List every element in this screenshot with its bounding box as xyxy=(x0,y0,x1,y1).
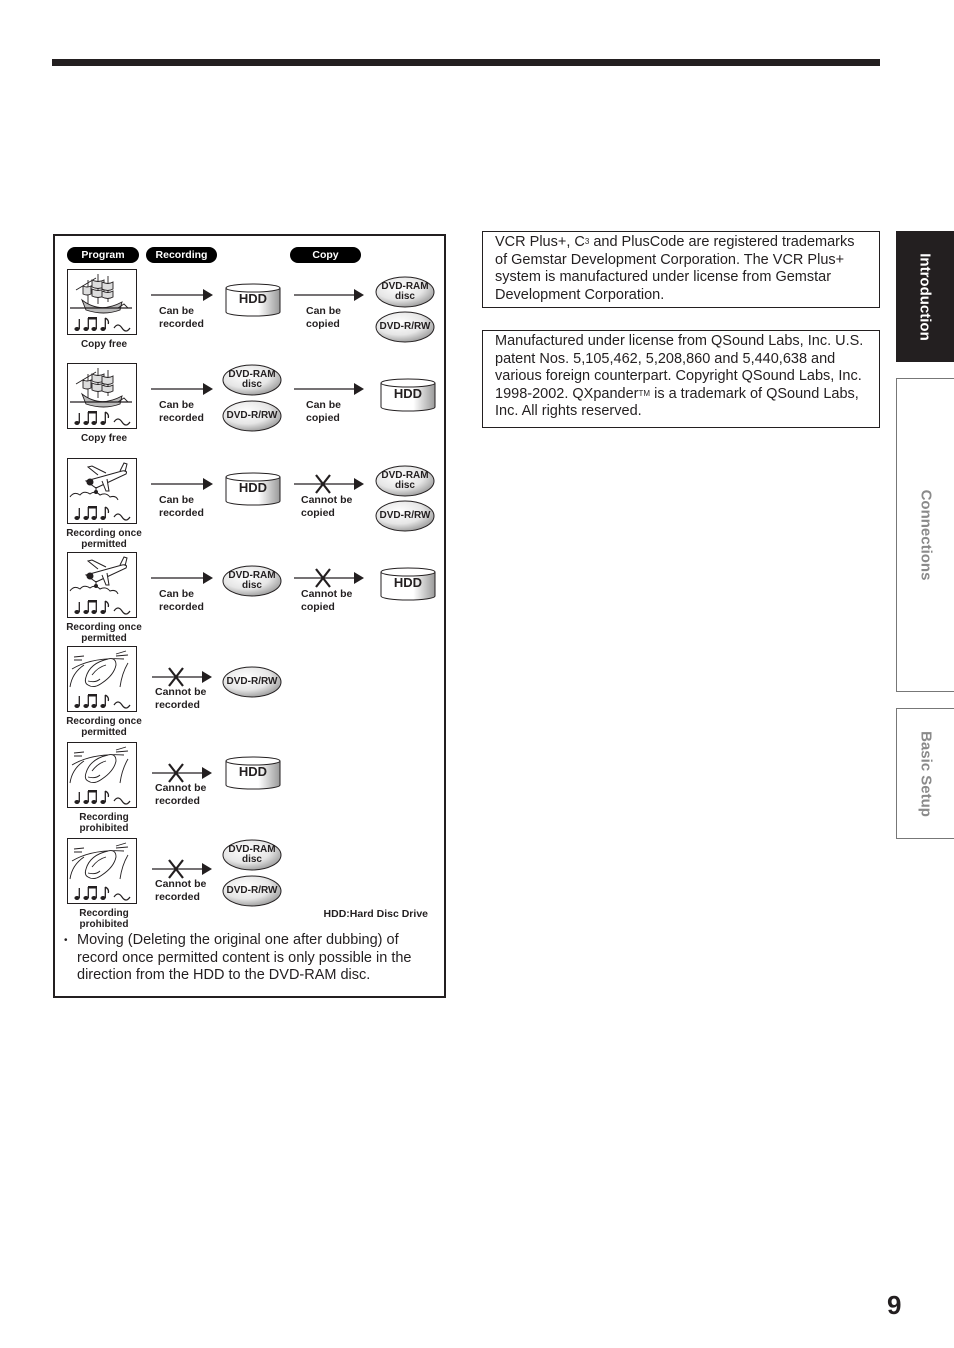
moving-note-text: Moving (Deleting the original one after … xyxy=(77,932,412,983)
copy-status-label: Cannot be copied xyxy=(301,494,353,519)
hdd-label: HDD xyxy=(238,480,268,495)
disc-label: DVD-RAM disc xyxy=(228,844,276,865)
blocked-arrow-icon xyxy=(152,858,212,879)
dvd-ram-disc-icon: DVD-RAM disc xyxy=(375,276,435,308)
arrow-icon xyxy=(294,284,364,301)
hdd-label: HDD xyxy=(238,291,268,306)
vcr-plus-text: VCR Plus+, C3 and PlusCode are registere… xyxy=(495,234,855,303)
header-rule xyxy=(52,59,880,66)
program-caption: Recording once permitted xyxy=(66,716,142,738)
qsound-notice: Manufactured under license from QSound L… xyxy=(482,330,880,428)
program-caption: Copy free xyxy=(80,433,128,444)
record-status-label: Cannot be recorded xyxy=(155,686,207,711)
dvd-ram-disc-icon: DVD-RAM disc xyxy=(222,839,282,871)
record-status-label: Can be recorded xyxy=(159,494,204,519)
disc-label: DVD-RAM disc xyxy=(381,470,429,491)
hdd-label: HDD xyxy=(393,575,423,590)
record-status-label: Cannot be recorded xyxy=(155,782,207,807)
copy-protection-diagram: Program Recording Copy Copy free Can be … xyxy=(53,234,446,998)
program-caption: Recording once permitted xyxy=(66,528,142,550)
dvd-r-rw-disc-icon: DVD-R/RW xyxy=(375,311,435,343)
arrow-icon xyxy=(151,378,213,395)
disc-label: DVD-RAM disc xyxy=(381,281,429,302)
dvd-r-rw-disc-icon: DVD-R/RW xyxy=(375,500,435,532)
ship-icon xyxy=(67,269,137,335)
copy-status-label: Cannot be copied xyxy=(301,588,353,613)
blocked-arrow-icon xyxy=(152,666,212,687)
disc-label: DVD-R/RW xyxy=(379,321,431,332)
disc-label: DVD-R/RW xyxy=(226,676,278,687)
blocked-arrow-icon xyxy=(294,473,364,494)
disc-label: DVD-RAM disc xyxy=(228,369,276,390)
record-status-label: Can be recorded xyxy=(159,588,204,613)
hdd-icon: HDD xyxy=(225,756,281,790)
car-icon xyxy=(67,838,137,904)
tab-introduction[interactable]: Introduction xyxy=(896,231,954,362)
arrow-icon xyxy=(151,567,213,584)
column-header-program: Program xyxy=(67,247,139,263)
tab-connections[interactable]: Connections xyxy=(896,378,954,692)
arrow-icon xyxy=(151,284,213,301)
blocked-arrow-icon xyxy=(294,567,364,588)
disc-label: DVD-R/RW xyxy=(379,510,431,521)
hdd-icon: HDD xyxy=(380,567,436,601)
qsound-text: Manufactured under license from QSound L… xyxy=(495,333,864,419)
disc-label: DVD-R/RW xyxy=(226,885,278,896)
hdd-icon: HDD xyxy=(225,283,281,317)
program-caption: Copy free xyxy=(80,339,128,350)
dvd-ram-disc-icon: DVD-RAM disc xyxy=(375,465,435,497)
hdd-label: HDD xyxy=(393,386,423,401)
copy-status-label: Can be copied xyxy=(306,399,342,424)
program-caption: Recording prohibited xyxy=(79,908,129,930)
disc-label: DVD-R/RW xyxy=(226,410,278,421)
record-status-label: Can be recorded xyxy=(159,399,204,424)
disc-label: DVD-RAM disc xyxy=(228,570,276,591)
dvd-ram-disc-icon: DVD-RAM disc xyxy=(222,364,282,396)
column-header-recording: Recording xyxy=(146,247,217,263)
dvd-ram-disc-icon: DVD-RAM disc xyxy=(222,565,282,597)
program-caption: Recording prohibited xyxy=(79,812,129,834)
hdd-icon: HDD xyxy=(225,472,281,506)
airplane-icon xyxy=(67,458,137,524)
tab-basic-setup[interactable]: Basic Setup xyxy=(896,708,954,839)
dvd-r-rw-disc-icon: DVD-R/RW xyxy=(222,400,282,432)
bullet-icon: • xyxy=(64,935,68,946)
ship-icon xyxy=(67,363,137,429)
vcr-plus-notice: VCR Plus+, C3 and PlusCode are registere… xyxy=(482,231,880,308)
dvd-r-rw-disc-icon: DVD-R/RW xyxy=(222,666,282,698)
moving-note: • Moving (Deleting the original one afte… xyxy=(64,932,430,985)
car-icon xyxy=(67,742,137,808)
page-number: 9 xyxy=(887,1290,902,1320)
record-status-label: Cannot be recorded xyxy=(155,878,207,903)
column-header-copy: Copy xyxy=(290,247,361,263)
hdd-label: HDD xyxy=(238,764,268,779)
dvd-r-rw-disc-icon: DVD-R/RW xyxy=(222,875,282,907)
arrow-icon xyxy=(294,378,364,395)
copy-status-label: Can be copied xyxy=(306,305,342,330)
record-status-label: Can be recorded xyxy=(159,305,204,330)
arrow-icon xyxy=(151,473,213,490)
program-caption: Recording once permitted xyxy=(66,622,142,644)
blocked-arrow-icon xyxy=(152,762,212,783)
car-icon xyxy=(67,646,137,712)
hdd-icon: HDD xyxy=(380,378,436,412)
airplane-icon xyxy=(67,552,137,618)
hdd-legend: HDD:Hard Disc Drive xyxy=(323,908,428,920)
